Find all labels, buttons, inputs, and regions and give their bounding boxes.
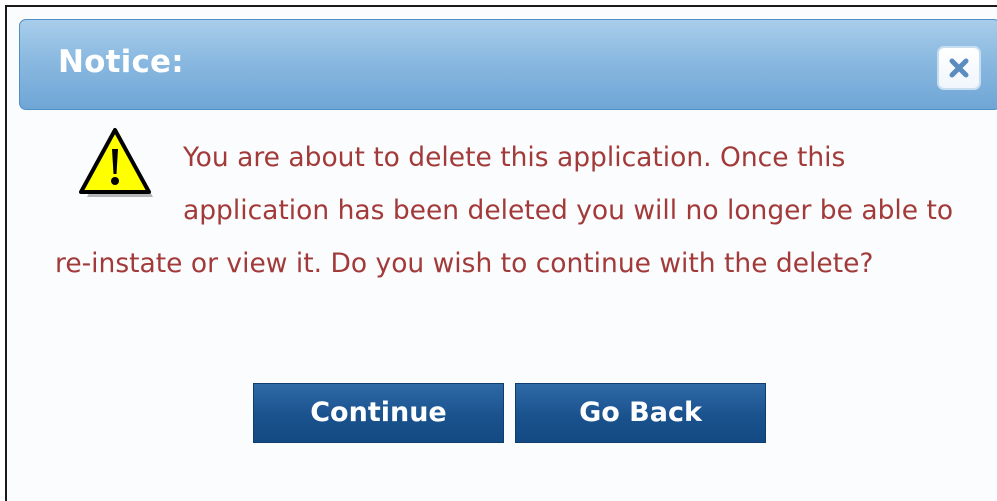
continue-button[interactable]: Continue — [253, 383, 504, 443]
message-text: You are about to delete this application… — [55, 142, 954, 279]
dialog-title: Notice: — [58, 44, 184, 80]
notice-dialog: Notice: You are about to delete this app… — [5, 5, 997, 501]
go-back-button[interactable]: Go Back — [515, 383, 766, 443]
dialog-message: You are about to delete this application… — [55, 131, 985, 290]
dialog-titlebar: Notice: — [19, 19, 997, 110]
close-icon — [949, 58, 969, 78]
close-button[interactable] — [937, 46, 981, 90]
